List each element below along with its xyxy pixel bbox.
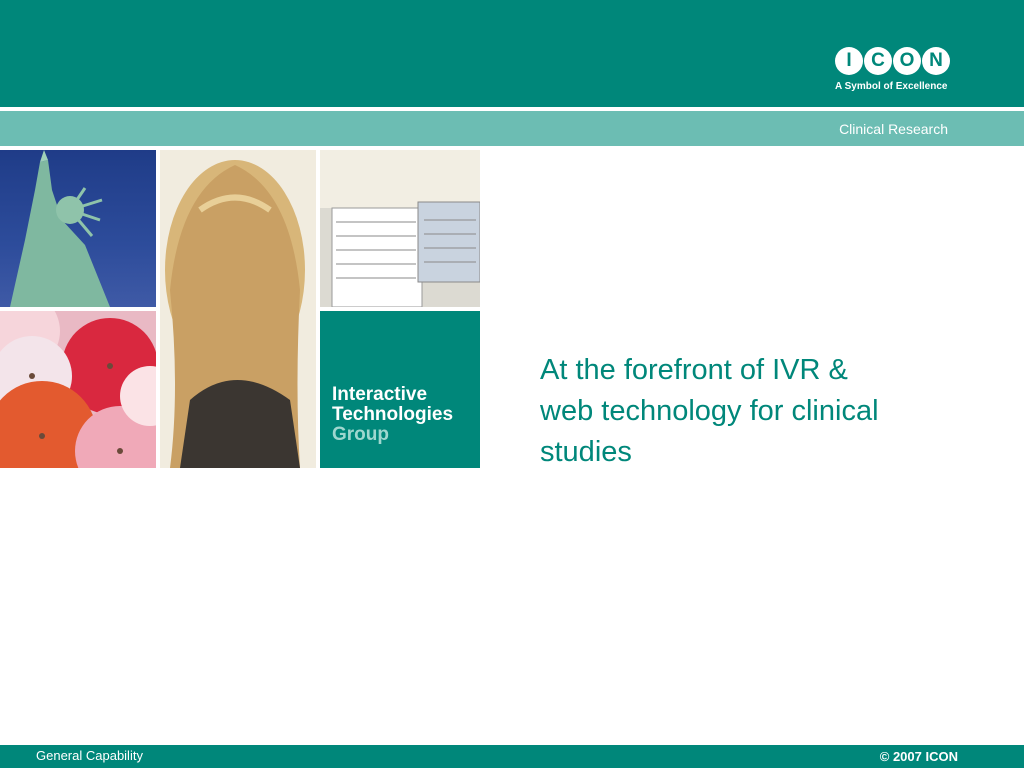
headline-line: At the forefront of IVR & — [540, 354, 848, 386]
footer-label: General Capability — [36, 748, 143, 763]
logo-letter: O — [893, 47, 921, 75]
group-label-line3: Group — [332, 424, 389, 445]
sub-tagline: Clinical Research — [839, 121, 948, 137]
woman-at-computer-image — [160, 150, 316, 468]
headline-line: web technology for clinical — [540, 395, 879, 427]
interactive-technologies-tile: Interactive Technologies Group — [320, 311, 480, 468]
footer-bar: General Capability © 2007 ICON — [0, 745, 1024, 768]
parasols-image — [0, 311, 156, 468]
group-label-line2: Technologies — [332, 404, 454, 425]
icon-logo: I C O N A Symbol of Excellence — [835, 47, 955, 92]
logo-letter: I — [835, 47, 863, 75]
software-screenshot-image — [320, 150, 480, 307]
statue-of-liberty-image — [0, 150, 156, 307]
headline-line: studies — [540, 436, 632, 468]
logo-letter: C — [864, 47, 892, 75]
logo-tagline: A Symbol of Excellence — [835, 81, 948, 92]
logo-letter: N — [922, 47, 950, 75]
group-label-line1: Interactive — [332, 384, 428, 405]
headline: At the forefront of IVR & web technology… — [540, 350, 970, 473]
image-collage: Interactive Technologies Group — [0, 150, 480, 468]
group-label: Interactive Technologies Group — [332, 385, 453, 445]
logo-circles: I C O N — [835, 47, 955, 75]
copyright-text: © 2007 ICON — [879, 749, 958, 764]
